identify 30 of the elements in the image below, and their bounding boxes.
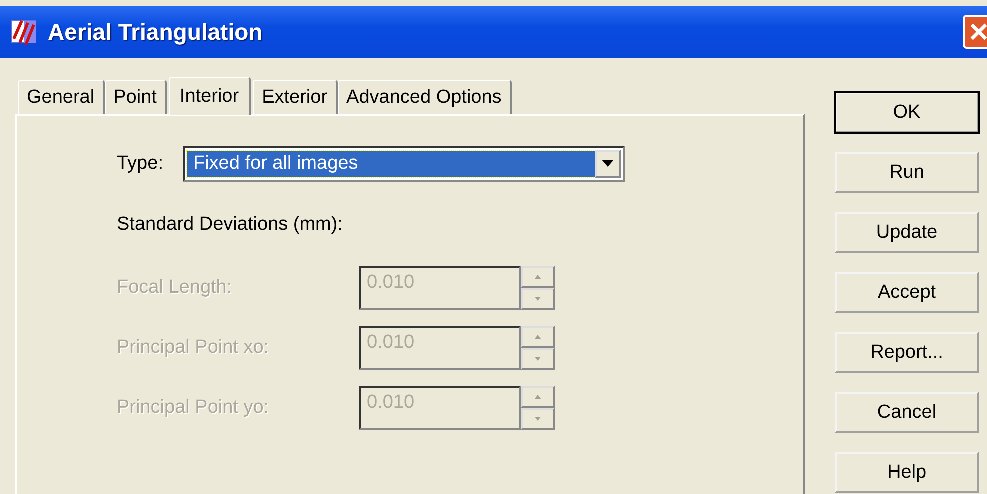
- window-title: Aerial Triangulation: [48, 18, 264, 46]
- down-arrow-icon: [535, 357, 541, 361]
- close-icon: [969, 22, 987, 42]
- dialog-button[interactable]: Cancel: [835, 392, 979, 433]
- field-label: Principal Point xo:: [117, 337, 270, 359]
- type-dropdown[interactable]: Fixed for all images: [183, 146, 626, 182]
- tab[interactable]: Interior: [168, 77, 252, 115]
- tab[interactable]: Exterior: [253, 80, 338, 114]
- tab[interactable]: General: [18, 80, 105, 114]
- field-label: Focal Length:: [117, 277, 234, 299]
- dialog-button[interactable]: Run: [835, 152, 979, 193]
- up-arrow-icon: [535, 335, 541, 339]
- field-label: Principal Point yo:: [117, 397, 270, 419]
- close-button[interactable]: [963, 15, 987, 49]
- down-arrow-icon: [535, 417, 541, 421]
- up-arrow-icon: [535, 395, 541, 399]
- dropdown-button[interactable]: [595, 150, 622, 178]
- tab[interactable]: Point: [104, 80, 167, 114]
- type-label: Type:: [117, 153, 164, 175]
- dialog-button[interactable]: Update: [835, 212, 979, 253]
- dialog-button[interactable]: OK: [835, 92, 979, 133]
- down-arrow-icon: [535, 297, 541, 301]
- tab[interactable]: Advanced Options: [338, 80, 512, 114]
- dropdown-value: Fixed for all images: [187, 151, 596, 177]
- dialog-button[interactable]: Accept: [835, 272, 979, 313]
- dialog-button[interactable]: Report...: [835, 332, 979, 373]
- up-arrow-icon: [535, 275, 541, 279]
- section-label: Standard Deviations (mm):: [117, 214, 344, 236]
- dialog-button[interactable]: Help: [835, 452, 979, 493]
- caret-icon: [602, 160, 614, 168]
